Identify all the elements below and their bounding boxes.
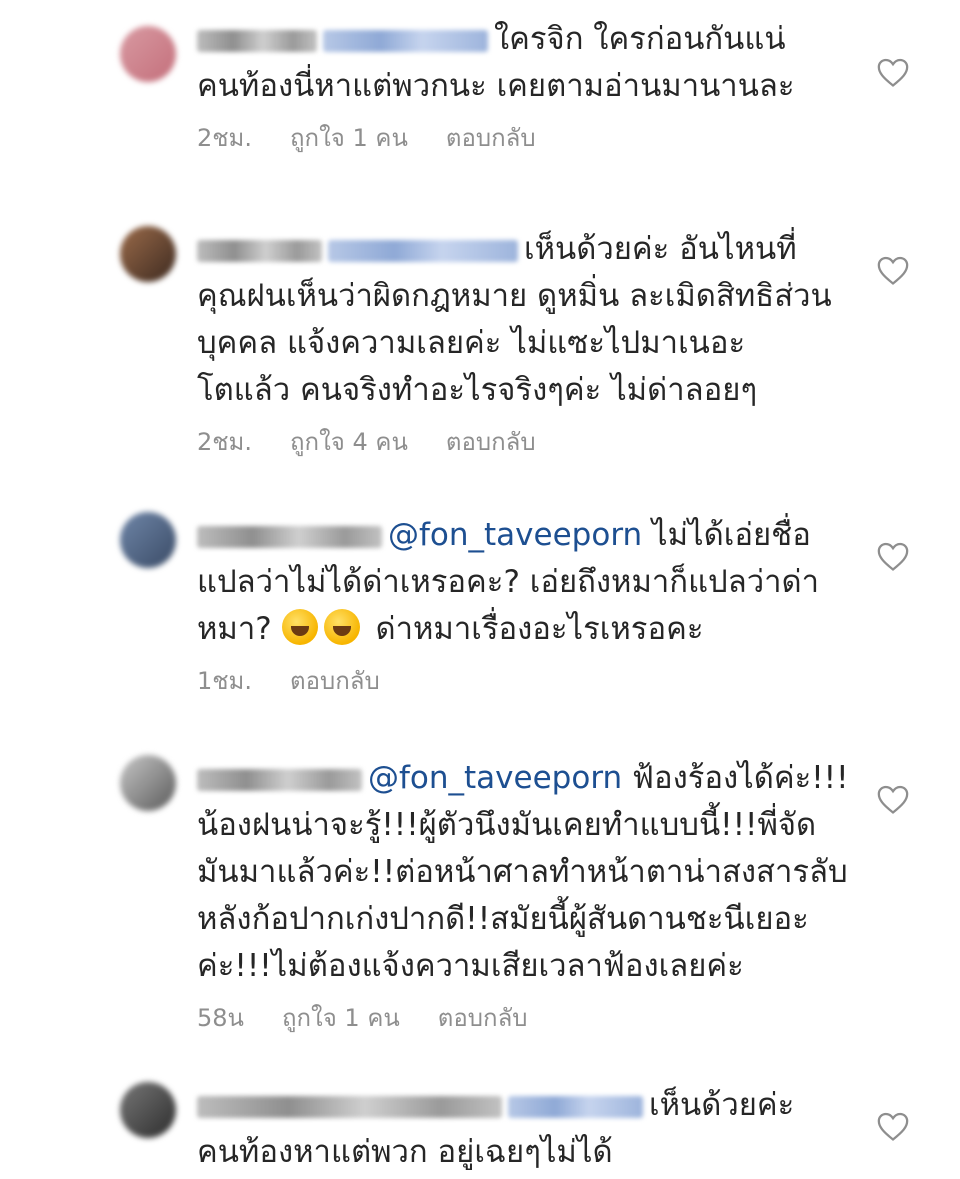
comment-text: หลังก้อปากเก่งปากดี!!สมัยนี้ผู้สันดานชะน… <box>197 901 809 937</box>
comment-meta: 2ชม. ถูกใจ 4 คน ตอบกลับ <box>197 422 847 461</box>
comment-meta: 1ชม. ตอบกลับ <box>197 661 847 700</box>
comment-body: ใครจิก ใครก่อนกันแน่ คนท้องนี่หาแต่พวกนะ… <box>197 16 847 157</box>
username-blurred[interactable] <box>197 768 362 791</box>
heart-outline-icon[interactable] <box>876 540 910 572</box>
heart-outline-icon[interactable] <box>876 254 910 286</box>
mention-blurred[interactable] <box>508 1095 643 1118</box>
reply-button[interactable]: ตอบกลับ <box>446 118 536 157</box>
rofl-emoji-icon <box>323 609 360 645</box>
comment-text: ไม่ได้เอ่ยชื่อ <box>652 517 811 553</box>
avatar[interactable] <box>120 755 176 811</box>
comment-text: แปลว่าไม่ได้ด่าเหรอคะ? เอ่ยถึงหมาก็แปลว่… <box>197 564 820 600</box>
rofl-emoji-icon <box>281 609 318 645</box>
username-blurred[interactable] <box>197 1095 502 1118</box>
comment-text: เห็นด้วยค่ะ <box>649 1087 795 1123</box>
mention-link[interactable]: @fon_taveeporn <box>388 517 642 553</box>
heart-outline-icon[interactable] <box>876 1110 910 1142</box>
heart-outline-icon[interactable] <box>876 56 910 88</box>
likes-count[interactable]: ถูกใจ 1 คน <box>282 998 400 1037</box>
likes-count[interactable]: ถูกใจ 1 คน <box>290 118 408 157</box>
comment-body: เห็นด้วยค่ะ คนท้องหาแต่พวก อยู่เฉยๆไม่ได… <box>197 1082 847 1176</box>
comment-time: 2ชม. <box>197 124 253 152</box>
avatar[interactable] <box>120 226 176 282</box>
comment-text: น้องฝนน่าจะรู้!!!ผู้ตัวนึงมันเคยทำแบบนี้… <box>197 807 817 843</box>
mention-link[interactable]: @fon_taveeporn <box>368 760 622 796</box>
avatar[interactable] <box>120 26 176 82</box>
comment-text: ค่ะ!!!ไม่ต้องแจ้งความเสียเวลาฟ้องเลยค่ะ <box>197 948 744 984</box>
comment-body: @fon_taveeporn ฟ้องร้องได้ค่ะ!!! น้องฝนน… <box>197 755 849 1037</box>
comment-text: คุณฝนเห็นว่าผิดกฎหมาย ดูหมิ่น ละเมิดสิทธ… <box>197 278 832 314</box>
comment-time: 1ชม. <box>197 667 253 695</box>
comment-meta: 2ชม. ถูกใจ 1 คน ตอบกลับ <box>197 118 847 157</box>
reply-button[interactable]: ตอบกลับ <box>438 998 528 1037</box>
comment-text: คนท้องนี่หาแต่พวกนะ เคยตามอ่านมานานละ <box>197 68 795 104</box>
reply-button[interactable]: ตอบกลับ <box>446 422 536 461</box>
username-blurred[interactable] <box>197 29 317 52</box>
comment-text: ใครจิก ใครก่อนกันแน่ <box>494 21 786 57</box>
mention-blurred[interactable] <box>323 29 488 52</box>
comment-body: @fon_taveeporn ไม่ได้เอ่ยชื่อ แปลว่าไม่ไ… <box>197 512 847 700</box>
comment-text: หมา? <box>197 611 272 647</box>
heart-outline-icon[interactable] <box>876 783 910 815</box>
comment-text: มันมาแล้วค่ะ!!ต่อหน้าศาลทำหน้าตาน่าสงสาร… <box>197 854 848 890</box>
comment-time: 2ชม. <box>197 428 253 456</box>
likes-count[interactable]: ถูกใจ 4 คน <box>290 422 408 461</box>
comment-text: บุคคล แจ้งความเลยค่ะ ไม่แซะไปมาเนอะ <box>197 325 746 361</box>
comment-meta: 58น ถูกใจ 1 คน ตอบกลับ <box>197 998 847 1037</box>
username-blurred[interactable] <box>197 239 322 262</box>
comment-text: ฟ้องร้องได้ค่ะ!!! <box>632 760 849 796</box>
avatar[interactable] <box>120 1082 176 1138</box>
mention-blurred[interactable] <box>328 239 518 262</box>
comment-time: 58น <box>197 1004 244 1032</box>
comment-text: คนท้องหาแต่พวก อยู่เฉยๆไม่ได้ <box>197 1134 613 1170</box>
comment-body: เห็นด้วยค่ะ อันไหนที่ คุณฝนเห็นว่าผิดกฎห… <box>197 226 847 461</box>
comment-text: ด่าหมาเรื่องอะไรเหรอคะ <box>375 611 704 647</box>
comment-text: โตแล้ว คนจริงทำอะไรจริงๆค่ะ ไม่ด่าลอยๆ <box>197 372 758 408</box>
avatar[interactable] <box>120 512 176 568</box>
reply-button[interactable]: ตอบกลับ <box>290 661 380 700</box>
username-blurred[interactable] <box>197 525 382 548</box>
comment-text: เห็นด้วยค่ะ อันไหนที่ <box>524 231 797 267</box>
